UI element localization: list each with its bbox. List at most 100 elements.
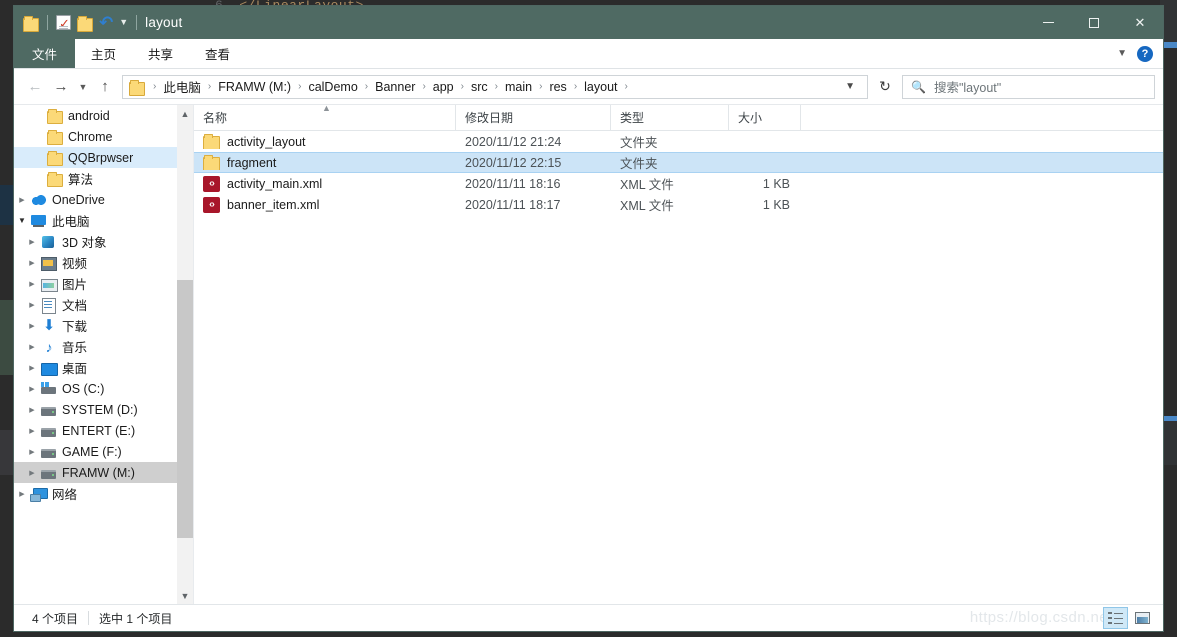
sidebar-item[interactable]: ▶ ♪ 音乐 <box>14 336 193 357</box>
file-list: activity_layout 2020/11/12 21:24 文件夹 fragme… <box>194 131 1163 215</box>
sidebar-item[interactable]: QQBrpwser <box>14 147 193 168</box>
minimize-button[interactable] <box>1025 6 1071 39</box>
column-header-type[interactable]: 类型 <box>611 105 729 130</box>
file-type-cell: XML 文件 <box>620 199 674 213</box>
help-icon[interactable]: ? <box>1137 45 1153 62</box>
table-row[interactable]: ‹› banner_item.xml 2020/11/11 18:17 XML 文件 1… <box>194 194 1163 215</box>
undo-icon[interactable]: ↷ <box>99 13 113 32</box>
chevron-right-icon[interactable]: ▶ <box>24 280 40 288</box>
breadcrumb[interactable]: › 此电脑 › FRAMW (M:) › calDemo › Banner › … <box>122 74 868 99</box>
sidebar-item[interactable]: ▼ 此电脑 <box>14 210 193 231</box>
sidebar-item[interactable]: Chrome <box>14 126 193 147</box>
chevron-right-icon[interactable]: ▶ <box>24 385 40 393</box>
sidebar-item[interactable]: ▶ ⬇ 下载 <box>14 315 193 336</box>
sidebar-item-label: QQBrpwser <box>68 150 134 165</box>
xml-file-icon: ‹› <box>203 196 220 213</box>
breadcrumb-item-res[interactable]: res <box>546 80 569 94</box>
breadcrumb-item-framw[interactable]: FRAMW (M:) <box>215 80 294 94</box>
sidebar-item[interactable]: 算法 <box>14 168 193 189</box>
window-body: android Chrome QQBrpwser 算法 ▶ OneDrive ▼ 此电脑 ▶ 3D… <box>14 103 1163 604</box>
table-row[interactable]: ‹› activity_main.xml 2020/11/11 18:16 XML 文… <box>194 173 1163 194</box>
sidebar-item[interactable]: ▶ 桌面 <box>14 357 193 378</box>
breadcrumb-item-layout[interactable]: layout <box>581 80 620 94</box>
chevron-down-icon[interactable]: ▼ <box>119 18 128 27</box>
file-name-label: activity_layout <box>227 134 306 149</box>
search-placeholder: 搜索"layout" <box>933 81 1002 95</box>
up-button[interactable]: ↑ <box>92 74 118 100</box>
sidebar-item-label: SYSTEM (D:) <box>62 402 138 417</box>
column-header-date[interactable]: 修改日期 <box>456 105 611 130</box>
chevron-right-icon[interactable]: ▶ <box>24 259 40 267</box>
chevron-right-icon[interactable]: ▶ <box>24 406 40 414</box>
ribbon-tab-bar: 文件 主页 共享 查看 ▼ ? <box>14 39 1163 69</box>
breadcrumb-separator: › <box>153 81 157 92</box>
scrollbar-track[interactable] <box>177 122 193 587</box>
chevron-right-icon[interactable]: ▶ <box>24 322 40 330</box>
chevron-right-icon[interactable]: ▶ <box>24 301 40 309</box>
large-icons-view-button[interactable] <box>1130 607 1155 629</box>
chevron-right-icon[interactable]: ▶ <box>24 364 40 372</box>
file-name-cell: fragment <box>194 155 456 170</box>
scrollbar-thumb[interactable] <box>177 280 193 538</box>
column-header-size[interactable]: 大小 <box>729 105 801 130</box>
chevron-right-icon[interactable]: ▶ <box>24 427 40 435</box>
breadcrumb-item-src[interactable]: src <box>468 80 491 94</box>
expand-ribbon-chevron-down-icon[interactable]: ▼ <box>1117 48 1127 59</box>
navigation-scrollbar[interactable]: ▲ ▼ <box>177 105 193 604</box>
status-bar: 4 个项目 选中 1 个项目 https://blog.csdn.ne <box>14 604 1163 631</box>
recent-locations-chevron-down-icon[interactable]: ▼ <box>74 74 92 100</box>
ribbon-right-controls: ▼ ? <box>1117 39 1163 68</box>
tab-home[interactable]: 主页 <box>75 39 132 68</box>
sidebar-item[interactable]: ▶ ENTERT (E:) <box>14 420 193 441</box>
breadcrumb-item-app[interactable]: app <box>430 80 457 94</box>
chevron-right-icon[interactable]: ▶ <box>24 238 40 246</box>
breadcrumb-separator: › <box>573 81 578 92</box>
details-view-button[interactable] <box>1103 607 1128 629</box>
scroll-up-arrow-icon[interactable]: ▲ <box>177 105 193 122</box>
desktop-background: 6</LinearLayout> ✓ ↷ ▼ layout <box>0 0 1177 637</box>
sidebar-item[interactable]: ▶ OneDrive <box>14 189 193 210</box>
tab-view[interactable]: 查看 <box>189 39 246 68</box>
watermark-text: https://blog.csdn.ne <box>969 609 1108 626</box>
sidebar-item[interactable]: ▶ 3D 对象 <box>14 231 193 252</box>
sidebar-item[interactable]: ▶ 图片 <box>14 273 193 294</box>
tab-share[interactable]: 共享 <box>132 39 189 68</box>
sidebar-item[interactable]: ▶ 视频 <box>14 252 193 273</box>
chevron-right-icon[interactable]: ▶ <box>24 343 40 351</box>
sidebar-item[interactable]: android <box>14 105 193 126</box>
refresh-button[interactable]: ↻ <box>872 75 898 99</box>
sidebar-item[interactable]: ▶ FRAMW (M:) <box>14 462 193 483</box>
sidebar-item[interactable]: ▶ 文档 <box>14 294 193 315</box>
tab-file[interactable]: 文件 <box>14 39 76 68</box>
window-controls: ✕ <box>1025 6 1163 39</box>
breadcrumb-item-this-pc[interactable]: 此电脑 <box>160 77 204 96</box>
chevron-right-icon[interactable]: ▶ <box>14 490 30 498</box>
drive-icon <box>40 465 58 481</box>
chevron-right-icon[interactable]: ▶ <box>24 469 40 477</box>
new-folder-icon[interactable] <box>77 15 93 32</box>
chevron-down-icon[interactable]: ▼ <box>14 216 30 225</box>
table-row[interactable]: activity_layout 2020/11/12 21:24 文件夹 <box>194 131 1163 152</box>
properties-icon[interactable]: ✓ <box>56 15 71 30</box>
close-button[interactable]: ✕ <box>1117 6 1163 39</box>
folder-icon[interactable] <box>23 15 39 32</box>
sidebar-item[interactable]: ▶ GAME (F:) <box>14 441 193 462</box>
back-button[interactable]: ← <box>22 74 48 100</box>
breadcrumb-item-banner[interactable]: Banner <box>372 80 418 94</box>
maximize-button[interactable] <box>1071 6 1117 39</box>
quick-access-toolbar: ✓ ↷ ▼ <box>14 13 139 32</box>
table-row[interactable]: fragment 2020/11/12 22:15 文件夹 <box>194 152 1163 173</box>
breadcrumb-dropdown-chevron-down-icon[interactable]: ▼ <box>839 81 861 92</box>
sidebar-item[interactable]: ▶ 网络 <box>14 483 193 504</box>
scroll-down-arrow-icon[interactable]: ▼ <box>177 587 193 604</box>
search-input[interactable]: 🔍 搜索"layout" <box>902 74 1155 99</box>
chevron-right-icon[interactable]: ▶ <box>24 448 40 456</box>
sidebar-item[interactable]: ▶ OS (C:) <box>14 378 193 399</box>
breadcrumb-item-main[interactable]: main <box>502 80 535 94</box>
forward-button[interactable]: → <box>48 74 74 100</box>
folder-icon <box>129 79 145 96</box>
chevron-right-icon[interactable]: ▶ <box>14 196 30 204</box>
sidebar-item[interactable]: ▶ SYSTEM (D:) <box>14 399 193 420</box>
column-header-name[interactable]: 名称 ▲ <box>194 103 456 130</box>
breadcrumb-item-caldemo[interactable]: calDemo <box>305 80 360 94</box>
